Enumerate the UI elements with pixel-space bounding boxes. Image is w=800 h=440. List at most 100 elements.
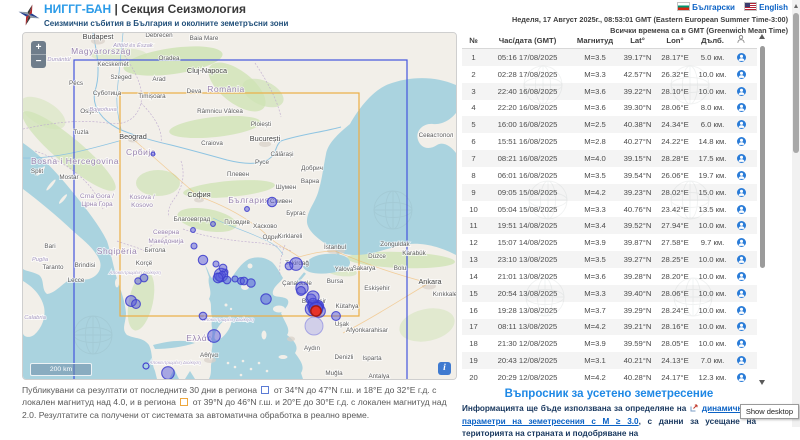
felt-report-button[interactable]	[730, 53, 752, 62]
earthquake-marker[interactable]	[285, 262, 293, 270]
cell-lat: 39.17°N	[620, 53, 655, 62]
earthquake-marker[interactable]	[305, 317, 323, 335]
earthquake-marker[interactable]	[162, 367, 175, 379]
map-label: Αποκεντρωμένη Διοίκηση	[148, 359, 201, 365]
felt-report-button[interactable]	[730, 255, 752, 264]
cell-lat: 40.76°N	[620, 205, 655, 214]
map-label: Brindisi	[75, 262, 96, 269]
earthquake-marker[interactable]	[267, 197, 276, 206]
cell-d: 10.0 км.	[695, 272, 730, 281]
table-row: 1708:11 13/08/2025M=4.239.21°N28.16°E10.…	[462, 319, 757, 336]
cell-d: 12.3 км.	[695, 373, 730, 382]
table-row: 422:20 16/08/2025M=3.639.30°N28.06°E8.0 …	[462, 100, 757, 117]
felt-report-button[interactable]	[730, 339, 752, 348]
latest-earthquake-marker[interactable]	[311, 306, 321, 316]
cell-n: 8	[462, 171, 485, 180]
felt-report-button[interactable]	[730, 171, 752, 180]
earthquake-marker[interactable]	[245, 207, 250, 212]
earthquake-marker[interactable]	[213, 273, 223, 283]
map-attribution-button[interactable]: i	[438, 362, 451, 375]
map-label: İstanbul	[324, 242, 346, 251]
map-label: Македонија	[148, 238, 184, 245]
map-label: Taranto	[42, 264, 64, 271]
cell-dt: 05:04 15/08/2025	[485, 205, 570, 214]
questionnaire-title-link[interactable]: Въпросник за усетено земетресение	[462, 388, 756, 400]
english-flag-icon	[744, 2, 757, 11]
felt-report-button[interactable]	[730, 373, 752, 382]
cell-d: 5.0 км.	[695, 53, 730, 62]
felt-report-button[interactable]	[730, 70, 752, 79]
earthquake-marker[interactable]	[151, 152, 155, 156]
felt-report-button[interactable]	[730, 188, 752, 197]
language-switcher: Български English	[512, 2, 788, 12]
cell-n: 20	[462, 373, 485, 382]
felt-report-button[interactable]	[730, 238, 752, 247]
table-header: № Час/дата (GMT) Магнитуд Lat° Lon° Дълб…	[462, 32, 757, 49]
earthquake-marker[interactable]	[132, 300, 141, 309]
felt-report-button[interactable]	[730, 137, 752, 146]
cell-dt: 08:21 16/08/2025	[485, 154, 570, 163]
cell-n: 12	[462, 238, 485, 247]
felt-report-button[interactable]	[730, 205, 752, 214]
page-scrollbar[interactable]	[792, 0, 800, 427]
zoom-in-button[interactable]: +	[31, 41, 46, 54]
table-row: 1821:30 12/08/2025M=3.939.59°N28.05°E10.…	[462, 335, 757, 352]
earthquake-marker[interactable]	[191, 228, 196, 233]
felt-report-button[interactable]	[730, 356, 752, 365]
cell-n: 5	[462, 120, 485, 129]
site-title: НИГГГ-БАН | Секция Сеизмология	[44, 3, 288, 16]
earthquake-marker[interactable]	[208, 330, 221, 343]
map-label: Budapest	[83, 33, 114, 41]
earthquake-marker[interactable]	[297, 287, 306, 296]
earthquake-marker[interactable]	[219, 264, 227, 272]
scroll-down-icon[interactable]	[759, 380, 765, 385]
cell-lon: 28.20°E	[655, 272, 695, 281]
cell-m: M=2.5	[570, 120, 620, 129]
earthquake-marker[interactable]	[199, 312, 207, 320]
cell-d: 10.0 км.	[695, 70, 730, 79]
scroll-up-icon[interactable]	[759, 34, 765, 39]
map-label: Denizli	[335, 354, 354, 361]
page-scroll-up-icon[interactable]	[794, 4, 798, 8]
page-scrollbar-thumb[interactable]	[793, 13, 799, 153]
cell-lon: 28.17°E	[655, 53, 695, 62]
felt-report-button[interactable]	[730, 322, 752, 331]
earthquake-marker[interactable]	[307, 291, 319, 303]
table-scrollbar-thumb[interactable]	[760, 46, 765, 268]
cell-lat: 39.30°N	[620, 103, 655, 112]
felt-report-button[interactable]	[730, 289, 752, 298]
map-label: Варна	[301, 178, 320, 185]
felt-report-button[interactable]	[730, 87, 752, 96]
current-datetime: Неделя, 17 Август 2025г., 08:53:01 GMT (…	[512, 15, 788, 24]
earthquake-marker[interactable]	[261, 294, 271, 304]
seismic-map[interactable]: BudapestDebrecenBaia MareMagyarországAlf…	[22, 32, 457, 380]
earthquake-marker[interactable]	[223, 276, 231, 284]
felt-report-button[interactable]	[730, 272, 752, 281]
felt-report-button[interactable]	[730, 221, 752, 230]
map-label: Pécs	[69, 80, 83, 87]
col-number: №	[462, 36, 485, 45]
earthquake-marker[interactable]	[191, 243, 197, 249]
earthquake-marker[interactable]	[198, 255, 207, 264]
table-row: 806:01 16/08/2025M=3.539.54°N26.06°E19.7…	[462, 167, 757, 184]
lang-english-link[interactable]: English	[759, 3, 788, 12]
earthquake-marker[interactable]	[332, 312, 341, 321]
earthquake-marker[interactable]	[211, 222, 216, 227]
cell-n: 15	[462, 289, 485, 298]
external-link-icon	[690, 404, 698, 416]
cell-n: 16	[462, 306, 485, 315]
map-zoom-control: + −	[31, 41, 46, 68]
felt-report-button[interactable]	[730, 103, 752, 112]
cell-d: 13.5 км.	[695, 205, 730, 214]
felt-report-button[interactable]	[730, 120, 752, 129]
felt-report-button[interactable]	[730, 154, 752, 163]
earthquake-marker[interactable]	[135, 278, 141, 284]
zoom-out-button[interactable]: −	[31, 54, 46, 68]
felt-report-button[interactable]	[730, 306, 752, 315]
cell-lat: 40.27°N	[620, 137, 655, 146]
earthquake-marker[interactable]	[213, 261, 219, 267]
cell-d: 10.0 км.	[695, 339, 730, 348]
table-scrollbar[interactable]	[758, 34, 767, 385]
lang-bulgarian-link[interactable]: Български	[692, 3, 735, 12]
earthquake-marker[interactable]	[247, 279, 255, 287]
